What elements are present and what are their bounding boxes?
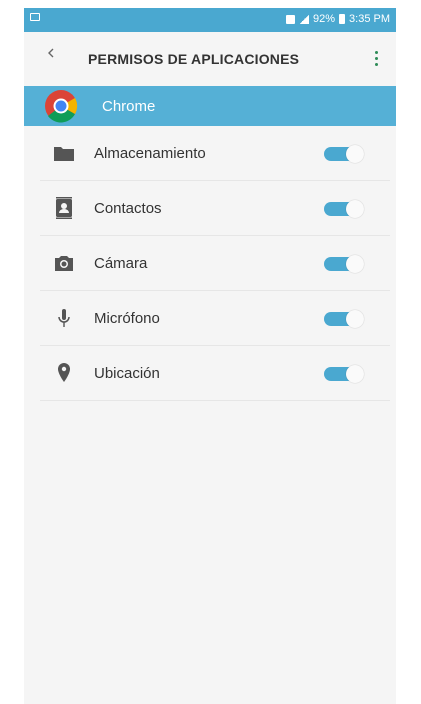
camera-toggle[interactable]: [324, 255, 364, 273]
storage-toggle[interactable]: [324, 145, 364, 163]
app-name: Chrome: [102, 98, 156, 115]
more-vert-icon[interactable]: [366, 45, 386, 71]
app-bar: PERMISOS DE APLICACIONES: [24, 32, 396, 86]
permission-row-microphone[interactable]: Micrófono: [40, 291, 390, 346]
location-icon: [58, 363, 70, 382]
status-bar: 92% 3:35 PM: [24, 8, 396, 32]
app-header: Chrome: [24, 86, 396, 126]
permission-label: Micrófono: [94, 309, 160, 327]
camera-icon: [55, 256, 73, 271]
phone-screen: 92% 3:35 PM PERMISOS DE APLICACIONES Chr…: [24, 8, 396, 704]
permission-row-camera[interactable]: Cámara: [40, 236, 390, 291]
chevron-left-icon[interactable]: [46, 48, 56, 58]
clock: 3:35 PM: [349, 13, 390, 25]
permission-row-location[interactable]: Ubicación: [40, 346, 390, 401]
location-toggle[interactable]: [324, 365, 364, 383]
microphone-toggle[interactable]: [324, 310, 364, 328]
microphone-icon: [58, 309, 70, 327]
page-title: PERMISOS DE APLICACIONES: [88, 51, 300, 67]
permission-row-contacts[interactable]: Contactos: [40, 181, 390, 236]
contacts-icon: [56, 197, 72, 219]
permission-label: Contactos: [94, 199, 162, 217]
battery-percent: 92%: [313, 13, 336, 25]
permission-label: Ubicación: [94, 364, 160, 382]
notification-icon: [286, 14, 295, 24]
folder-icon: [54, 147, 74, 161]
permission-row-storage[interactable]: Almacenamiento: [40, 126, 390, 181]
chrome-logo: [45, 90, 78, 123]
status-right: 92% 3:35 PM: [286, 13, 390, 25]
signal-icon: [299, 14, 309, 24]
gallery-icon: [30, 13, 40, 21]
contacts-toggle[interactable]: [324, 200, 364, 218]
permission-label: Almacenamiento: [94, 144, 206, 162]
battery-icon: [339, 14, 346, 24]
permission-label: Cámara: [94, 254, 148, 272]
permission-list: Almacenamiento Contactos Cámara Micrófon…: [24, 126, 396, 401]
